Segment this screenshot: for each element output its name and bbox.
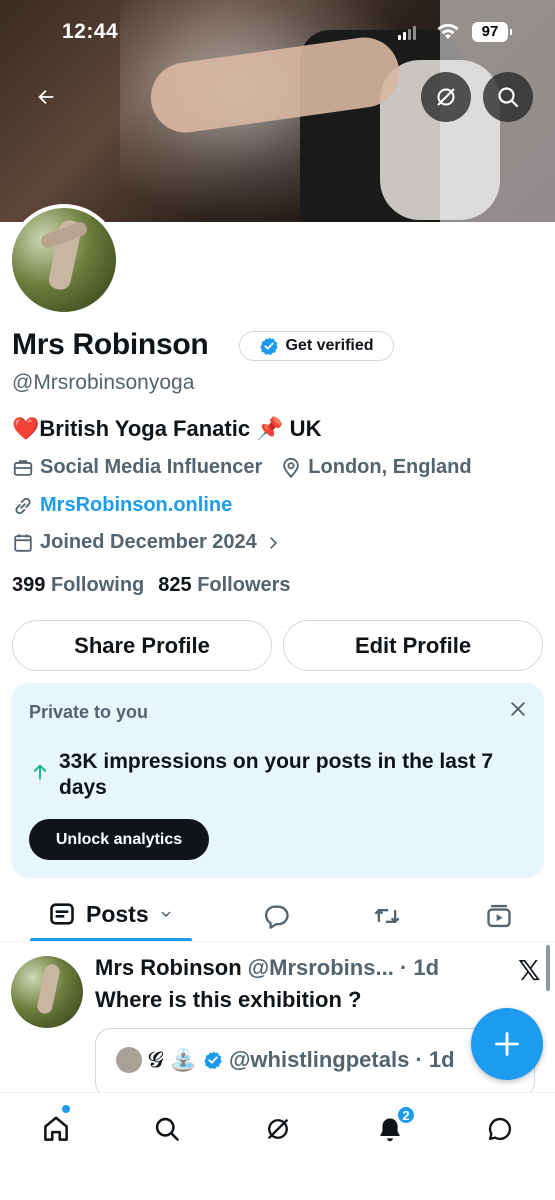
location-pin-icon <box>280 457 302 479</box>
search-button[interactable] <box>483 72 533 122</box>
retweet-icon <box>374 909 400 923</box>
private-card-title: Private to you <box>29 702 149 722</box>
close-icon <box>511 702 525 716</box>
search-icon <box>498 87 519 108</box>
followers-count: 825 <box>158 574 192 596</box>
tab-media[interactable] <box>485 902 513 935</box>
post-author-name[interactable]: Mrs Robinson <box>95 955 242 981</box>
quoted-post-header: 𝓖 ⛲ @whistlingpetals · 1d <box>116 1047 455 1073</box>
briefcase-icon <box>12 457 34 479</box>
following-label: Following <box>50 574 145 596</box>
followers-link[interactable]: 825 Followers <box>158 574 290 597</box>
nav-search[interactable] <box>147 1109 187 1149</box>
profile-joined-row[interactable]: Joined December 2024 <box>12 531 287 554</box>
get-verified-label: Get verified <box>285 337 374 354</box>
tab-replies[interactable] <box>263 902 291 935</box>
reply-icon <box>264 905 289 929</box>
battery-icon: 97 <box>472 22 512 42</box>
profile-joined: Joined December 2024 <box>40 531 257 553</box>
signal-icon <box>398 26 416 40</box>
arrow-up-icon <box>31 763 49 786</box>
chevron-right-icon <box>265 535 281 551</box>
tab-reposts[interactable] <box>372 902 402 935</box>
link-icon <box>12 495 34 517</box>
back-button[interactable] <box>21 72 71 122</box>
grok-icon <box>437 88 455 106</box>
profile-tabs: Posts <box>0 888 555 942</box>
tab-posts[interactable]: Posts <box>48 900 173 928</box>
edit-profile-button[interactable]: Edit Profile <box>283 620 543 671</box>
back-arrow-icon <box>38 89 54 105</box>
bottom-navigation: 2 <box>0 1092 555 1200</box>
post-author-avatar[interactable] <box>11 956 83 1028</box>
verified-icon <box>204 1051 222 1070</box>
home-notification-dot <box>62 1105 70 1113</box>
share-profile-button[interactable]: Share Profile <box>12 620 272 671</box>
profile-location: London, England <box>308 456 472 478</box>
messages-icon <box>488 1117 512 1141</box>
wifi-icon <box>436 22 460 45</box>
quoted-author-handle: @whistlingpetals · 1d <box>228 1047 455 1072</box>
following-count: 399 <box>12 574 46 596</box>
private-analytics-card: Private to you 33K impressions on your p… <box>11 683 544 878</box>
grok-button[interactable] <box>421 72 471 122</box>
impressions-text: 33K impressions on your posts in the las… <box>59 750 494 799</box>
grok-icon <box>267 1118 289 1140</box>
profile-website-link[interactable]: MrsRobinson.online <box>40 494 232 517</box>
home-icon <box>44 1116 68 1141</box>
quoted-post[interactable]: 𝓖 ⛲ @whistlingpetals · 1d <box>95 1028 535 1098</box>
quoted-author-name: 𝓖 ⛲ <box>148 1047 197 1072</box>
search-icon <box>155 1117 179 1141</box>
profile-handle: @Mrsrobinsonyoga <box>12 371 195 394</box>
profile-category: Social Media Influencer <box>40 456 263 478</box>
profile-bio: ❤️British Yoga Fanatic 📌 UK <box>12 416 322 441</box>
follow-stats: 399 Following 825 Followers <box>12 574 291 597</box>
calendar-icon <box>12 532 34 554</box>
quoted-author-avatar <box>116 1047 142 1073</box>
video-icon <box>487 904 511 928</box>
profile-avatar[interactable] <box>8 204 120 316</box>
tabs-divider <box>0 941 555 942</box>
get-verified-button[interactable]: Get verified <box>239 331 394 361</box>
unlock-analytics-button[interactable]: Unlock analytics <box>29 819 209 860</box>
profile-meta-row: Social Media Influencer London, England <box>12 456 472 479</box>
notifications-badge: 2 <box>396 1105 416 1125</box>
close-card-button[interactable] <box>508 699 528 724</box>
status-time: 12:44 <box>62 20 119 43</box>
nav-messages[interactable] <box>480 1109 520 1149</box>
chevron-down-icon <box>161 911 171 918</box>
status-bar: 12:44 97 <box>0 0 555 64</box>
list-icon <box>50 903 74 925</box>
scrollbar[interactable] <box>546 945 550 991</box>
verified-icon <box>260 337 279 356</box>
plus-icon <box>495 1032 519 1056</box>
post-text: Where is this exhibition ? <box>95 987 362 1012</box>
x-logo-icon: 𝕏 <box>518 955 541 986</box>
followers-label: Followers <box>197 574 291 596</box>
post-header: Mrs Robinson @Mrsrobins... · 1d <box>95 955 439 981</box>
following-link[interactable]: 399 Following <box>12 574 144 597</box>
compose-post-button[interactable] <box>471 1008 543 1080</box>
nav-home[interactable] <box>36 1109 76 1149</box>
tab-posts-label: Posts <box>86 900 149 927</box>
profile-name: Mrs Robinson <box>12 328 209 361</box>
post-author-handle: @Mrsrobins... · 1d <box>247 955 440 980</box>
nav-grok[interactable] <box>258 1109 298 1149</box>
profile-website-row[interactable]: MrsRobinson.online <box>12 494 232 517</box>
